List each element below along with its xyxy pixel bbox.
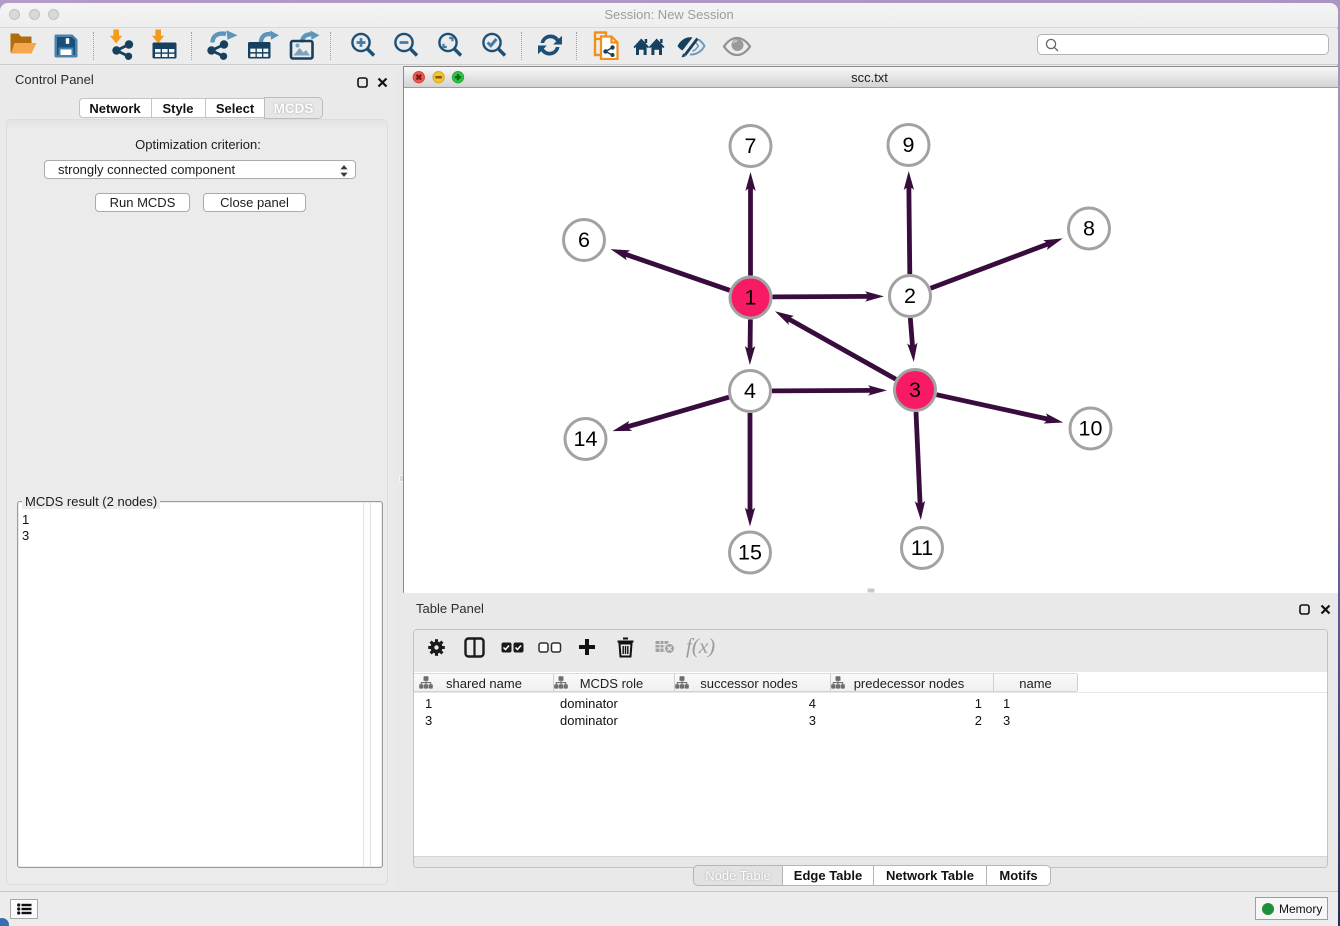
svg-text:9: 9 bbox=[903, 133, 915, 157]
svg-text:1: 1 bbox=[745, 286, 757, 310]
svg-text:6: 6 bbox=[578, 228, 590, 252]
svg-text:3: 3 bbox=[909, 378, 921, 402]
svg-text:4: 4 bbox=[744, 379, 756, 403]
svg-text:10: 10 bbox=[1079, 417, 1103, 441]
svg-text:15: 15 bbox=[738, 541, 762, 565]
svg-text:2: 2 bbox=[904, 284, 916, 308]
svg-text:14: 14 bbox=[574, 427, 598, 451]
svg-text:11: 11 bbox=[911, 536, 933, 560]
svg-text:8: 8 bbox=[1083, 217, 1095, 241]
svg-text:7: 7 bbox=[745, 134, 757, 158]
